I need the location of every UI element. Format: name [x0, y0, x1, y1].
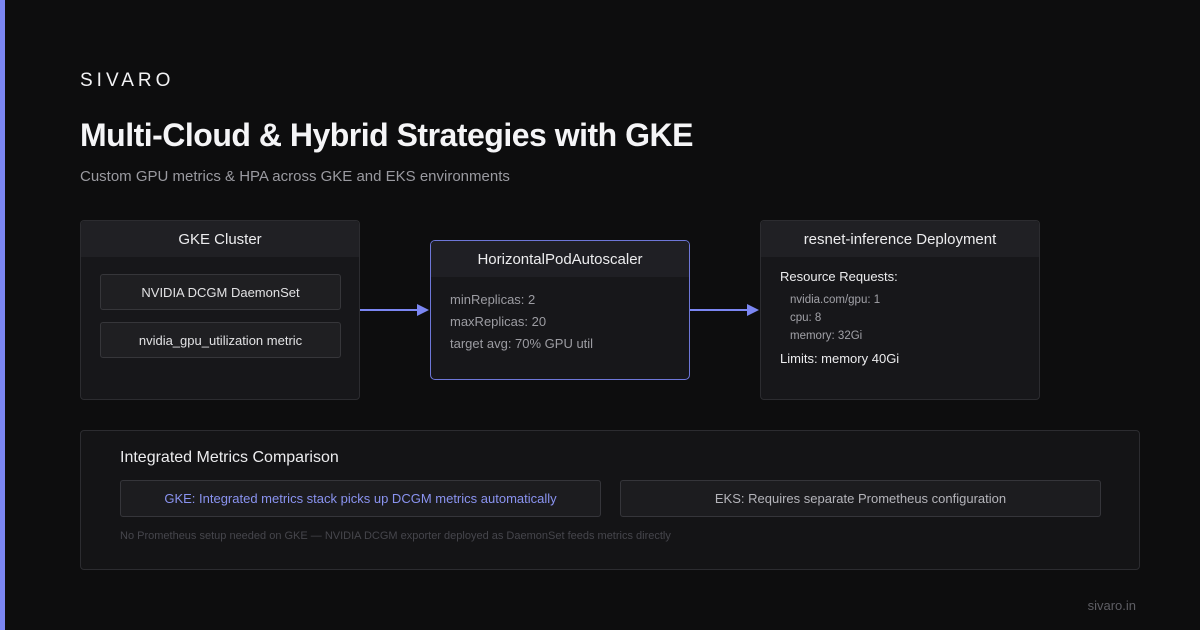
resource-requests-list: nvidia.com/gpu: 1 cpu: 8 memory: 32Gi	[790, 291, 880, 345]
resource-requests-title: Resource Requests:	[780, 269, 898, 284]
page-title: Multi-Cloud & Hybrid Strategies with GKE	[80, 117, 693, 153]
comparison-title: Integrated Metrics Comparison	[120, 449, 339, 466]
request-gpu: nvidia.com/gpu: 1	[790, 294, 881, 306]
eks-comparison-box: EKS: Requires separate Prometheus config…	[620, 480, 1101, 517]
metrics-comparison-panel: Integrated Metrics Comparison GKE: Integ…	[80, 430, 1140, 570]
brand-logo: SIVARO	[80, 70, 175, 91]
hpa-min-replicas: minReplicas: 2	[450, 292, 536, 307]
request-memory: memory: 32Gi	[790, 330, 863, 342]
footer-url: sivaro.in	[1087, 598, 1136, 613]
deployment-card: resnet-inference Deployment Resource Req…	[760, 220, 1040, 400]
hpa-header: HorizontalPodAutoscaler	[431, 241, 689, 277]
deployment-header: resnet-inference Deployment	[761, 221, 1039, 257]
gke-cluster-card: GKE Cluster NVIDIA DCGM DaemonSet nvidia…	[80, 220, 360, 400]
hpa-target: target avg: 70% GPU util	[450, 336, 594, 351]
gke-comparison-box: GKE: Integrated metrics stack picks up D…	[120, 480, 601, 517]
gke-cluster-header: GKE Cluster	[81, 221, 359, 257]
arrow-hpa-to-deployment	[690, 304, 759, 316]
resource-limits: Limits: memory 40Gi	[780, 351, 900, 366]
dcgm-daemonset-box: NVIDIA DCGM DaemonSet	[100, 274, 341, 310]
slide: SIVARO Multi-Cloud & Hybrid Strategies w…	[0, 0, 1200, 630]
gpu-utilization-metric-box: nvidia_gpu_utilization metric	[100, 322, 341, 358]
accent-bar	[0, 0, 5, 630]
request-cpu: cpu: 8	[790, 312, 822, 324]
page-subtitle: Custom GPU metrics & HPA across GKE and …	[80, 168, 510, 185]
arrow-gke-to-hpa	[360, 304, 429, 316]
hpa-card: HorizontalPodAutoscaler minReplicas: 2 m…	[430, 240, 690, 380]
hpa-max-replicas: maxReplicas: 20	[450, 314, 547, 329]
comparison-note: No Prometheus setup needed on GKE — NVID…	[120, 530, 671, 542]
hpa-settings: minReplicas: 2 maxReplicas: 20 target av…	[450, 289, 593, 355]
